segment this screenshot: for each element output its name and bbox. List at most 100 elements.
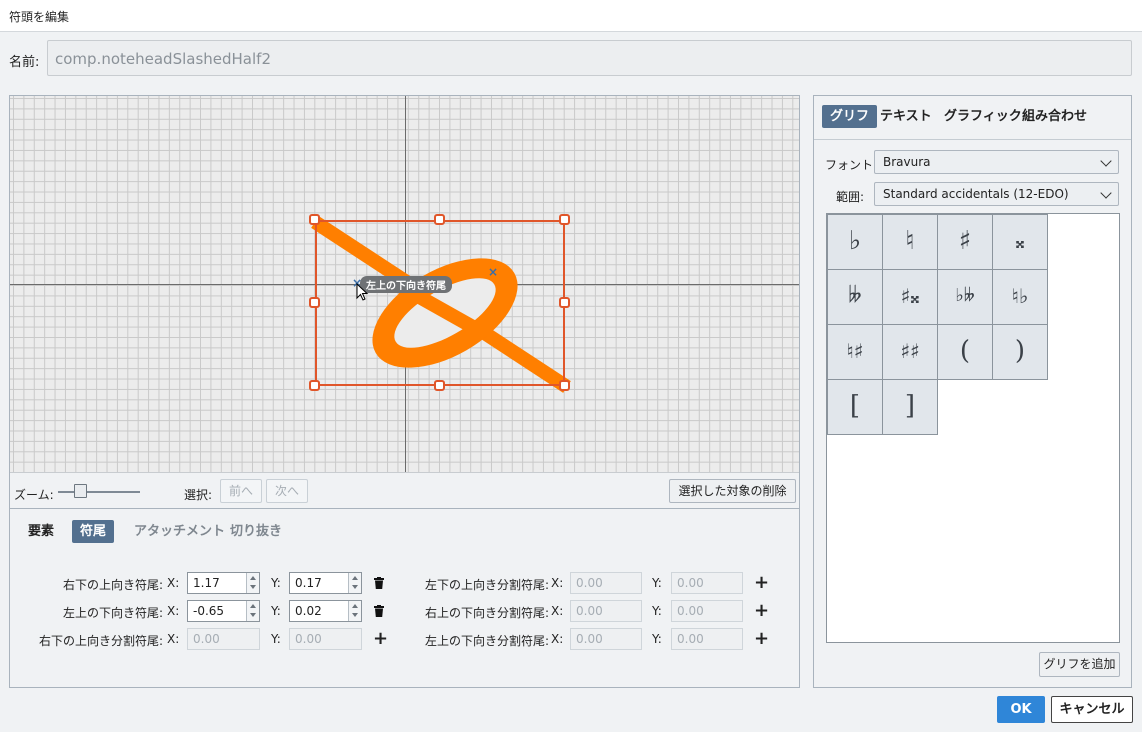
resize-handle-top-right[interactable] [559, 214, 570, 225]
cancel-button[interactable]: キャンセル [1051, 696, 1133, 723]
glyph-panel: グリフ テキスト グラフィック 組み合わせ フォント: Bravura 範囲: … [813, 95, 1132, 688]
editor-panel: × × 左上の下向き符尾 ズーム: 選択: 前へ 次へ 選択した対象の削除 要素… [9, 95, 800, 688]
y-label: Y: [271, 604, 281, 618]
mouse-cursor-icon [356, 283, 369, 301]
stem-x-input[interactable]: 0.00 [187, 628, 260, 650]
stem-x-input[interactable]: 1.17 [187, 572, 260, 594]
resize-handle-top-left[interactable] [309, 214, 320, 225]
zoom-slider-thumb[interactable] [74, 484, 87, 498]
glyph-cell[interactable]: 𝄪 [992, 214, 1048, 270]
stem-y-input[interactable]: 0.17 [289, 572, 362, 594]
plus-icon[interactable]: + [754, 574, 769, 592]
delete-selected-button[interactable]: 選択した対象の削除 [669, 479, 796, 503]
stem-x-value: -0.65 [193, 604, 225, 618]
stem-row-label: 左下の上向き分割符尾: [424, 578, 549, 592]
stem-x-input[interactable]: 0.00 [570, 600, 642, 622]
zoom-slider-track[interactable] [58, 491, 140, 493]
tab-elements[interactable]: 要素 [20, 520, 62, 543]
plus-icon[interactable]: + [754, 602, 769, 620]
selection-rectangle [315, 220, 565, 386]
glyph-cell[interactable]: [ [827, 379, 883, 435]
glyph-cell[interactable]: 𝄫 [827, 269, 883, 325]
y-label: Y: [271, 576, 281, 590]
glyph-cell[interactable]: ♯ [937, 214, 993, 270]
add-glyph-button[interactable]: グリフを追加 [1039, 652, 1120, 677]
stem-x-value: 1.17 [193, 576, 220, 590]
stepper[interactable] [348, 601, 361, 621]
stem-y-input[interactable]: 0.00 [671, 600, 743, 622]
stem-row-label: 左上の下向き分割符尾: [424, 634, 549, 648]
chevron-down-icon [1100, 155, 1112, 167]
tab-combination[interactable]: 組み合わせ [1014, 105, 1095, 128]
tab-divider [814, 139, 1131, 140]
plus-icon[interactable]: + [754, 630, 769, 648]
glyph-cell[interactable]: ] [882, 379, 938, 435]
stem-y-input[interactable]: 0.02 [289, 600, 362, 622]
tab-text[interactable]: テキスト [872, 105, 940, 128]
next-button[interactable]: 次へ [266, 479, 308, 503]
y-label: Y: [271, 632, 281, 646]
glyph-cell[interactable]: ♮♭ [992, 269, 1048, 325]
glyph-cell[interactable]: ♮ [882, 214, 938, 270]
properties-area: 要素 符尾 アタッチメント 切り抜き 右下の上向き符尾: X: 1.17 Y: … [10, 508, 799, 688]
y-label: Y: [652, 632, 662, 646]
stepper[interactable] [246, 573, 259, 593]
y-label: Y: [652, 604, 662, 618]
window-title: 符頭を編集 [9, 10, 70, 24]
trash-icon[interactable] [374, 577, 384, 589]
range-select[interactable]: Standard accidentals (12-EDO) [874, 182, 1119, 206]
stem-x-input[interactable]: 0.00 [570, 628, 642, 650]
resize-handle-bottom[interactable] [434, 380, 445, 391]
glyph-cell[interactable]: ♯♯ [882, 324, 938, 380]
tab-cutouts[interactable]: 切り抜き [222, 520, 290, 543]
stem-y-value: 0.17 [295, 576, 322, 590]
range-label: 範囲: [836, 190, 865, 204]
title-bar: 符頭を編集 [0, 0, 1142, 32]
chevron-down-icon [1100, 187, 1112, 199]
range-select-value: Standard accidentals (12-EDO) [883, 187, 1069, 201]
glyph-cell[interactable]: ( [937, 324, 993, 380]
stem-row-label: 右上の下向き分割符尾: [424, 606, 549, 620]
glyph-grid: ♭ ♮ ♯ 𝄪 𝄫 ♯𝄪 ♭𝄫 ♮♭ ♮♯ ♯♯ ( ) [ ] [826, 213, 1120, 643]
x-label: X: [167, 632, 180, 646]
resize-handle-right[interactable] [559, 297, 570, 308]
glyph-cell[interactable]: ) [992, 324, 1048, 380]
stem-y-input[interactable]: 0.00 [289, 628, 362, 650]
ok-button[interactable]: OK [997, 696, 1045, 723]
font-select[interactable]: Bravura [874, 150, 1119, 174]
trash-icon[interactable] [374, 605, 384, 617]
stem-x-input[interactable]: 0.00 [570, 572, 642, 594]
stepper[interactable] [348, 573, 361, 593]
stem-x-input[interactable]: -0.65 [187, 600, 260, 622]
glyph-cell[interactable]: ♮♯ [827, 324, 883, 380]
resize-handle-left[interactable] [309, 297, 320, 308]
prev-button[interactable]: 前へ [220, 479, 262, 503]
glyph-cell[interactable]: ♭ [827, 214, 883, 270]
tab-glyph[interactable]: グリフ [822, 105, 878, 128]
stem-anchor-icon[interactable]: × [488, 265, 498, 279]
stepper[interactable] [246, 601, 259, 621]
glyph-cell[interactable]: ♯𝄪 [882, 269, 938, 325]
resize-handle-bottom-right[interactable] [559, 380, 570, 391]
stem-y-input[interactable]: 0.00 [671, 572, 743, 594]
name-field[interactable]: comp.noteheadSlashedHalf2 [47, 40, 1132, 76]
tab-attachments[interactable]: アタッチメント [126, 520, 233, 543]
anchor-tooltip: 左上の下向き符尾 [360, 276, 452, 293]
stem-row-label: 右下の上向き分割符尾: [38, 634, 163, 648]
x-label: X: [167, 576, 180, 590]
name-label: 名前: [9, 55, 40, 70]
resize-handle-bottom-left[interactable] [309, 380, 320, 391]
glyph-canvas[interactable]: × × 左上の下向き符尾 [10, 96, 799, 473]
plus-icon[interactable]: + [373, 630, 388, 648]
selection-label: 選択: [184, 488, 213, 502]
zoom-label: ズーム: [14, 488, 54, 502]
stem-y-value: 0.02 [295, 604, 322, 618]
x-label: X: [551, 576, 564, 590]
tab-stems[interactable]: 符尾 [72, 520, 115, 543]
y-label: Y: [652, 576, 662, 590]
stem-row-label: 左上の下向き符尾: [62, 606, 163, 620]
glyph-source-tabs: グリフ テキスト グラフィック 組み合わせ [822, 105, 1123, 131]
glyph-cell[interactable]: ♭𝄫 [937, 269, 993, 325]
resize-handle-top[interactable] [434, 214, 445, 225]
stem-y-input[interactable]: 0.00 [671, 628, 743, 650]
